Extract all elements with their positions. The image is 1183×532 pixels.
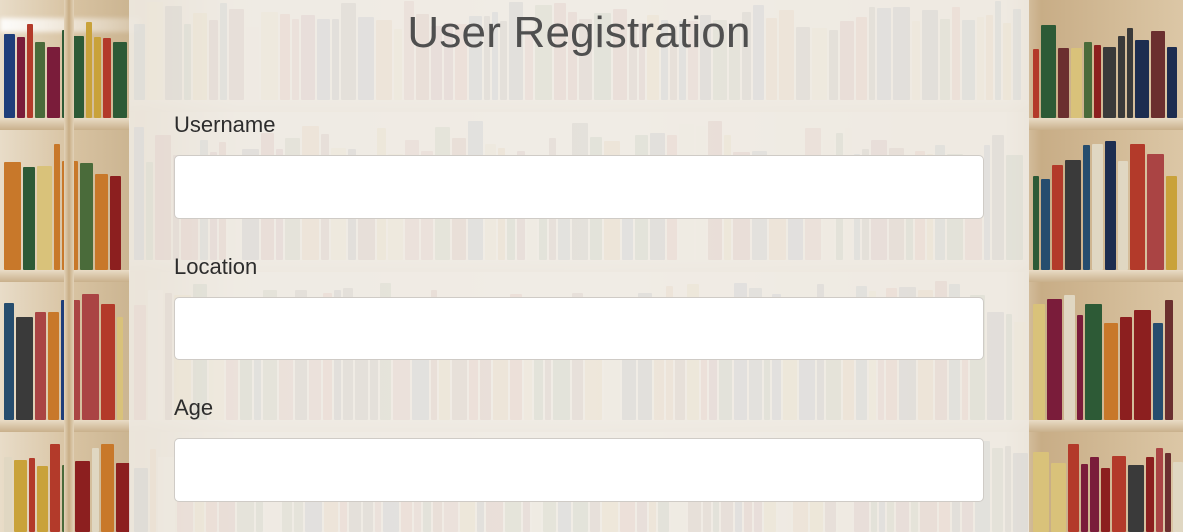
book-spine <box>35 312 46 420</box>
book-spine <box>82 293 99 420</box>
location-input[interactable] <box>174 297 984 360</box>
book-spine <box>1165 452 1171 532</box>
book-spine <box>86 21 92 118</box>
book-spine <box>1064 295 1075 420</box>
shelf-upright <box>64 0 74 532</box>
book-spine <box>23 167 35 270</box>
book-spine <box>1084 41 1092 118</box>
book-spine <box>1118 160 1128 270</box>
book-spine <box>17 36 25 118</box>
book-spine <box>1127 27 1133 118</box>
book-spine <box>1156 448 1163 532</box>
book-spine <box>49 443 61 532</box>
book-spine <box>1134 309 1151 420</box>
book-spine <box>1033 451 1049 532</box>
book-spine <box>35 41 45 118</box>
book-spine <box>101 443 114 532</box>
book-spine <box>1033 49 1039 118</box>
book-spine <box>80 163 93 270</box>
book-spine <box>1083 145 1090 270</box>
book-spine <box>29 458 35 532</box>
age-input[interactable] <box>174 438 984 502</box>
book-spine <box>1128 464 1144 532</box>
book-spine <box>1101 467 1110 532</box>
book-spine <box>1085 304 1102 420</box>
book-spine <box>13 460 28 532</box>
book-spine <box>4 33 15 118</box>
book-spine <box>113 41 127 118</box>
left-bookshelf <box>0 0 130 532</box>
page-title: User Registration <box>407 8 751 57</box>
book-spine <box>1103 47 1116 118</box>
book-spine <box>37 166 52 270</box>
book-spine <box>1118 35 1125 118</box>
book-spine <box>1090 456 1099 532</box>
book-spine <box>1068 443 1079 532</box>
book-spine <box>92 448 99 532</box>
registration-panel: User Registration Username Location Age <box>129 0 1029 532</box>
book-spine <box>1135 39 1149 118</box>
book-spine <box>103 37 111 118</box>
book-spine <box>37 465 48 532</box>
book-spine <box>95 173 108 270</box>
username-input[interactable] <box>174 155 984 219</box>
shelf-plank <box>1029 420 1183 432</box>
book-spine <box>1081 463 1088 532</box>
book-spine <box>54 143 60 270</box>
book-spine <box>1052 164 1063 270</box>
book-spine <box>1041 24 1056 118</box>
book-spine <box>74 461 91 532</box>
book-spine <box>117 317 123 420</box>
book-spine <box>94 36 101 118</box>
book-spine <box>1153 322 1163 420</box>
book-row <box>1033 440 1183 532</box>
book-spine <box>1094 45 1101 118</box>
book-spine <box>1033 304 1045 420</box>
book-spine <box>4 162 21 270</box>
book-spine <box>110 176 121 270</box>
book-spine <box>16 317 33 420</box>
book-spine <box>1112 455 1126 532</box>
book-spine <box>115 463 130 532</box>
book-row <box>1033 290 1183 420</box>
book-spine <box>47 47 60 118</box>
location-label: Location <box>174 254 258 279</box>
book-spine <box>1051 463 1066 532</box>
book-spine <box>1065 159 1081 270</box>
shelf-plank <box>1029 118 1183 130</box>
age-label: Age <box>174 395 214 420</box>
right-bookshelf <box>1029 0 1183 532</box>
book-spine <box>101 304 115 420</box>
book-spine <box>48 312 59 420</box>
book-row <box>1033 20 1183 118</box>
book-spine <box>4 303 14 420</box>
book-spine <box>1092 143 1103 270</box>
book-spine <box>1173 462 1183 532</box>
book-spine <box>1047 299 1062 420</box>
book-spine <box>4 457 12 532</box>
book-spine <box>1071 48 1082 118</box>
book-spine <box>1147 154 1164 270</box>
shelf-plank <box>1029 270 1183 282</box>
book-spine <box>1104 322 1118 420</box>
username-label: Username <box>174 112 276 137</box>
book-spine <box>1120 317 1132 420</box>
book-spine <box>1077 314 1083 420</box>
book-spine <box>1033 176 1039 270</box>
book-spine <box>1130 143 1145 270</box>
book-spine <box>1041 179 1050 270</box>
book-spine <box>1058 48 1069 118</box>
book-spine <box>1166 176 1177 270</box>
book-spine <box>1146 457 1154 532</box>
book-spine <box>27 23 33 118</box>
book-spine <box>1105 141 1116 270</box>
book-spine <box>1165 300 1173 420</box>
book-row <box>1033 140 1183 270</box>
book-spine <box>1151 30 1165 118</box>
book-spine <box>1167 47 1177 118</box>
